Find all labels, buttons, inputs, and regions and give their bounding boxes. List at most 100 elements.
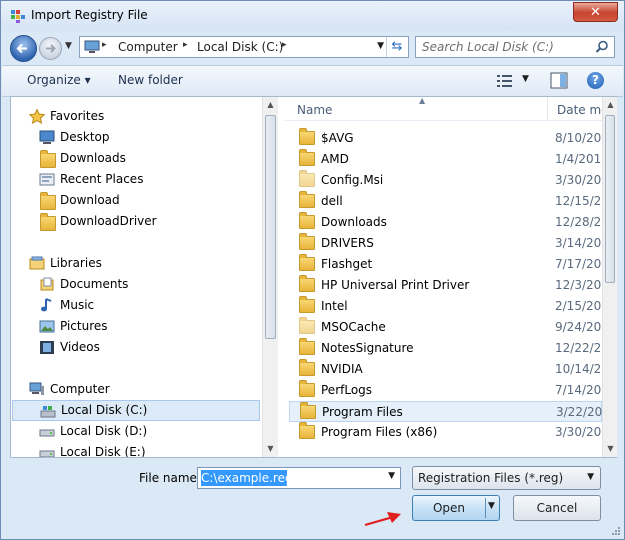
search-box[interactable] — [415, 36, 615, 58]
navigation-scrollbar[interactable]: ▲ ▼ — [262, 97, 278, 457]
back-button[interactable] — [10, 35, 37, 62]
sidebar-item-downloads[interactable]: Downloads — [11, 148, 262, 169]
pictures-icon — [39, 320, 55, 333]
address-history-dropdown[interactable]: ▼ — [377, 41, 384, 51]
table-row[interactable]: dell 12/15/20 — [289, 191, 602, 212]
sidebar-item-local-disk-c[interactable]: Local Disk (C:) — [12, 400, 260, 421]
window-title: Import Registry File — [31, 8, 148, 22]
divider — [386, 37, 387, 57]
table-row[interactable]: Flashget 7/17/201 — [289, 254, 602, 275]
folder-icon — [299, 275, 315, 292]
resize-grip-icon[interactable] — [611, 526, 621, 536]
divider — [485, 498, 486, 518]
table-row[interactable]: NVIDIA 10/14/20 — [289, 359, 602, 380]
folder-icon — [299, 296, 315, 313]
sidebar-item-local-disk-d[interactable]: Local Disk (D:) — [11, 421, 262, 442]
search-icon[interactable] — [595, 40, 609, 54]
open-options-dropdown-icon[interactable]: ▼ — [488, 501, 495, 511]
scrollbar-thumb[interactable] — [605, 115, 615, 283]
views-dropdown-icon[interactable]: ▼ — [522, 74, 529, 84]
folder-icon — [299, 422, 315, 439]
new-folder-button[interactable]: New folder — [118, 73, 183, 87]
sidebar-item-downloaddriver[interactable]: DownloadDriver — [11, 211, 262, 232]
file-date: 2/15/201 — [555, 299, 602, 313]
cancel-button[interactable]: Cancel — [513, 495, 601, 521]
scroll-up-icon[interactable]: ▲ — [263, 100, 278, 109]
file-date: 12/15/20 — [555, 194, 602, 208]
favorites-header[interactable]: Favorites — [11, 106, 262, 127]
chevron-right-icon[interactable]: ▸ — [183, 40, 188, 50]
file-name: Flashget — [321, 257, 373, 271]
sidebar-item-documents[interactable]: Documents — [11, 274, 262, 295]
browser-content: Favorites Desktop Downloads Recent Place… — [10, 96, 617, 458]
help-icon[interactable]: ? — [587, 72, 604, 89]
table-row[interactable]: Downloads 12/28/20 — [289, 212, 602, 233]
table-row[interactable]: AMD 1/4/2016 — [289, 149, 602, 170]
drive-icon — [39, 450, 55, 457]
sidebar-item-label: DownloadDriver — [60, 214, 157, 228]
sidebar-item-desktop[interactable]: Desktop — [11, 127, 262, 148]
table-row[interactable]: PerfLogs 7/14/200 — [289, 380, 602, 401]
table-row[interactable]: NotesSignature 12/22/20 — [289, 338, 602, 359]
libraries-header[interactable]: Libraries — [11, 253, 262, 274]
file-date: 7/17/201 — [555, 257, 602, 271]
back-arrow-icon — [16, 43, 27, 54]
sidebar-item-label: Local Disk (E:) — [60, 445, 146, 457]
scroll-down-icon[interactable]: ▼ — [603, 444, 618, 453]
file-name: MSOCache — [321, 320, 386, 334]
file-name-combobox[interactable]: ▼ — [197, 467, 401, 489]
scrollbar-thumb[interactable] — [265, 115, 276, 339]
column-divider[interactable] — [547, 97, 548, 120]
breadcrumb-computer[interactable]: Computer — [118, 40, 178, 54]
table-row[interactable]: $AVG 8/10/201 — [289, 128, 602, 149]
folder-icon — [40, 192, 56, 210]
sidebar-item-music[interactable]: Music — [11, 295, 262, 316]
sidebar-item-download[interactable]: Download — [11, 190, 262, 211]
sort-ascending-icon: ▲ — [419, 97, 426, 105]
open-button[interactable]: Open ▼ — [412, 495, 500, 521]
chevron-right-icon[interactable]: ▸ — [102, 40, 107, 50]
scroll-down-icon[interactable]: ▼ — [263, 444, 278, 453]
close-button[interactable]: ✕ — [573, 2, 618, 22]
drive-icon — [39, 429, 55, 437]
sidebar-item-recent-places[interactable]: Recent Places — [11, 169, 262, 190]
table-row[interactable]: HP Universal Print Driver 12/3/201 — [289, 275, 602, 296]
table-row[interactable]: Config.Msi 3/30/201 — [289, 170, 602, 191]
recent-pages-dropdown[interactable]: ▼ — [65, 41, 72, 51]
change-view-icon[interactable] — [496, 73, 514, 89]
table-row[interactable]: Program Files 3/22/201 — [289, 401, 602, 422]
search-input[interactable] — [422, 39, 588, 55]
scroll-up-icon[interactable]: ▲ — [603, 100, 618, 109]
table-row[interactable]: Program Files (x86) 3/30/201 — [289, 422, 602, 443]
breadcrumb-local-disk-c[interactable]: Local Disk (C:) — [197, 40, 283, 54]
star-icon — [29, 109, 45, 124]
column-header-name[interactable]: Name — [297, 103, 332, 117]
navigation-bar: ▼ ▸ Computer ▸ Local Disk (C:) ▸ ▼ ⇆ — [1, 31, 624, 63]
folder-icon — [299, 317, 315, 334]
sidebar-item-label: Desktop — [60, 130, 110, 144]
table-row[interactable]: MSOCache 9/24/201 — [289, 317, 602, 338]
chevron-down-icon[interactable]: ▼ — [388, 471, 395, 481]
folder-icon — [299, 233, 315, 250]
chevron-right-icon[interactable]: ▸ — [282, 40, 287, 50]
dialog-footer: File name: ▼ Registration Files (*.reg) … — [1, 459, 624, 539]
preview-pane-icon[interactable] — [550, 72, 568, 89]
folder-icon — [299, 212, 315, 229]
column-header-date-modified[interactable]: Date mo — [557, 103, 602, 117]
computer-header[interactable]: Computer — [11, 379, 262, 400]
address-bar[interactable]: ▸ Computer ▸ Local Disk (C:) ▸ ▼ ⇆ — [79, 36, 409, 58]
file-type-select[interactable]: Registration Files (*.reg) ▼ — [412, 466, 601, 490]
refresh-icon[interactable]: ⇆ — [389, 39, 405, 55]
organize-button[interactable]: Organize ▾ — [27, 73, 91, 87]
file-list-scrollbar[interactable]: ▲ ▼ — [602, 97, 617, 457]
file-name-input[interactable] — [201, 470, 379, 486]
forward-button[interactable] — [39, 37, 62, 60]
sidebar-item-local-disk-e[interactable]: Local Disk (E:) — [11, 442, 262, 457]
folder-icon — [299, 149, 315, 166]
sidebar-item-pictures[interactable]: Pictures — [11, 316, 262, 337]
file-date: 3/14/201 — [555, 236, 602, 250]
table-row[interactable]: DRIVERS 3/14/201 — [289, 233, 602, 254]
sidebar-item-label: Documents — [60, 277, 129, 291]
sidebar-item-videos[interactable]: Videos — [11, 337, 262, 358]
table-row[interactable]: Intel 2/15/201 — [289, 296, 602, 317]
